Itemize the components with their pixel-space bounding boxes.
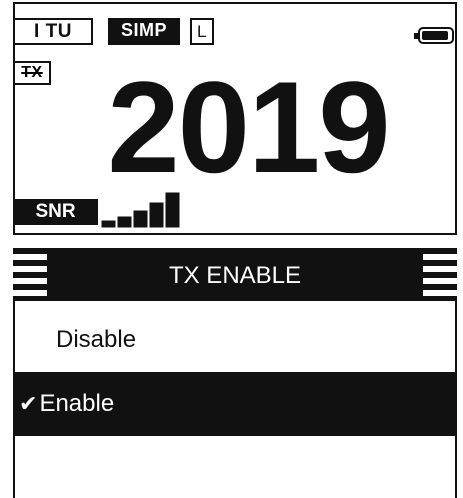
option-disable-label: Disable bbox=[56, 326, 137, 353]
snr-signal-bars bbox=[100, 192, 190, 228]
snr-bar bbox=[101, 220, 116, 228]
option-disable[interactable]: Disable bbox=[13, 308, 457, 372]
channel-number: 2019 bbox=[107, 54, 390, 200]
snr-bar bbox=[133, 210, 148, 228]
battery-terminal bbox=[414, 33, 418, 39]
tx-disabled-tag: TX bbox=[13, 61, 51, 85]
snr-bar bbox=[165, 192, 180, 228]
menu-title: TX ENABLE bbox=[168, 262, 302, 289]
menu-header: TX ENABLE bbox=[13, 248, 457, 301]
battery-level-fill bbox=[422, 31, 448, 40]
battery-full-icon bbox=[414, 27, 454, 44]
snr-bar bbox=[149, 202, 164, 228]
snr-label: SNR bbox=[13, 199, 98, 225]
option-enable-label: Enable bbox=[39, 390, 115, 417]
low-power-tag: L bbox=[190, 18, 214, 45]
snr-bar bbox=[117, 216, 132, 228]
simplex-tag: SIMP bbox=[108, 18, 180, 45]
checkmark-icon: ✔ bbox=[19, 391, 38, 416]
option-enable[interactable]: ✔Enable bbox=[13, 372, 457, 436]
header-stripes-right bbox=[423, 248, 457, 301]
itu-mode-tag: I TU bbox=[13, 18, 93, 45]
